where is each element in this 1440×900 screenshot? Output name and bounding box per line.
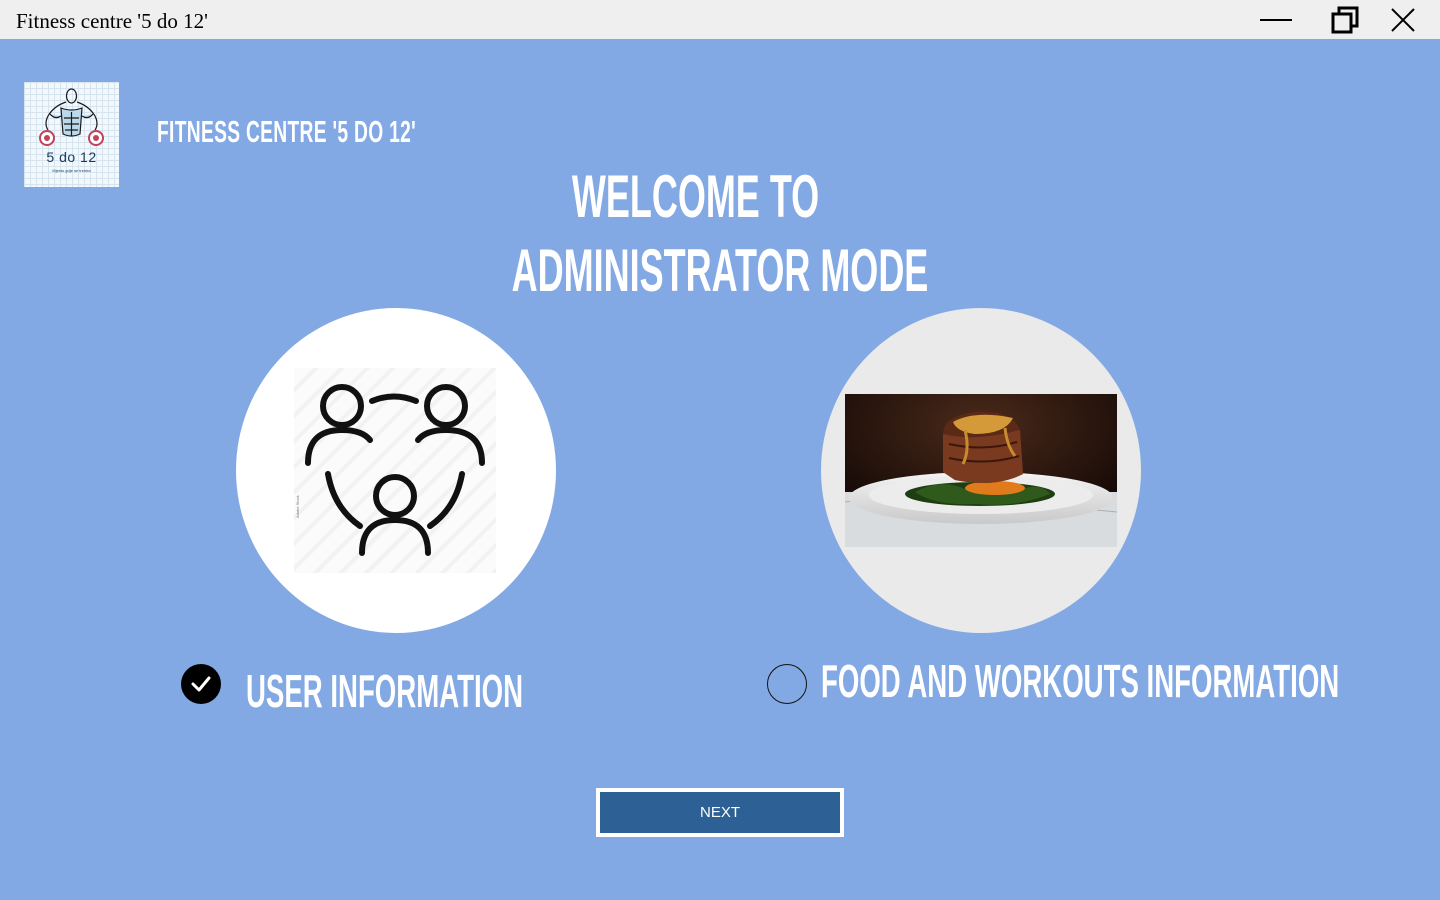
bodybuilder-icon bbox=[39, 88, 104, 146]
welcome-line-2: ADMINISTRATOR MODE bbox=[511, 237, 929, 304]
close-button[interactable] bbox=[1374, 0, 1432, 39]
welcome-heading: WELCOME TO ADMINISTRATOR MODE bbox=[0, 160, 1440, 308]
checkmark-icon bbox=[191, 676, 211, 692]
steak-plate-photo bbox=[845, 394, 1117, 547]
next-button[interactable]: NEXT bbox=[596, 788, 844, 837]
minimize-button[interactable] bbox=[1247, 0, 1305, 39]
restore-icon bbox=[1331, 6, 1359, 33]
user-information-label[interactable]: USER INFORMATION bbox=[246, 664, 523, 718]
close-icon bbox=[1391, 7, 1415, 32]
brand-title: FITNESS CENTRE '5 DO 12' bbox=[157, 114, 417, 149]
food-workouts-image[interactable] bbox=[821, 308, 1141, 633]
window-title: Fitness centre '5 do 12' bbox=[16, 9, 208, 33]
food-workouts-label[interactable]: FOOD AND WORKOUTS INFORMATION bbox=[821, 654, 1339, 708]
watermark: Adobe Stock bbox=[295, 495, 300, 518]
users-group-icon bbox=[305, 384, 485, 556]
user-information-image[interactable]: Adobe Stock bbox=[236, 308, 556, 633]
users-illustration: Adobe Stock bbox=[294, 368, 496, 573]
restore-button[interactable] bbox=[1316, 0, 1374, 39]
title-bar: Fitness centre '5 do 12' bbox=[0, 0, 1440, 39]
steak-plate-icon bbox=[845, 394, 1117, 547]
food-workouts-radio[interactable] bbox=[767, 664, 807, 704]
welcome-line-1: WELCOME TO bbox=[571, 163, 820, 230]
user-information-radio[interactable] bbox=[181, 664, 221, 704]
minimize-icon bbox=[1260, 18, 1292, 21]
